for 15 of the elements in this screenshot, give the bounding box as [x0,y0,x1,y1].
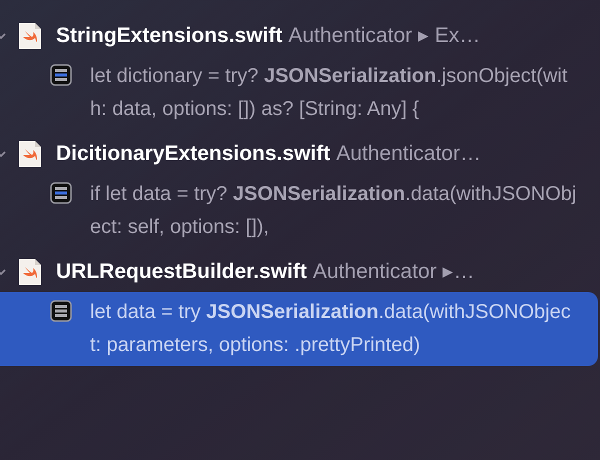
search-result-row[interactable]: let dictionary = try? JSONSerialization.jsonObject(with: data, options: []) as? [String: Any] { [0,56,600,130]
search-result-row[interactable]: let data = try JSONSerialization.data(withJSONObject: parameters, options: .prettyPrinted) [0,292,598,366]
swift-file-icon [18,258,42,286]
file-name: URLRequestBuilder.swift [56,259,307,286]
file-path: Authenticator… [336,141,481,168]
result-text: let data = try JSONSerialization.data(withJSONObject: parameters, options: .prettyPrinted) [90,300,572,358]
file-path: Authenticator ▸ Ex… [288,23,480,50]
swift-file-icon [18,140,42,168]
result-text: if let data = try? JSONSerialization.data(withJSONObject: self, options: []), [90,182,578,240]
file-name: DicitionaryExtensions.swift [56,141,330,168]
file-name: StringExtensions.swift [56,23,282,50]
result-text: let dictionary = try? JSONSerialization.jsonObject(with: data, options: []) as? [String: Any] { [90,64,568,122]
swift-file-icon [18,22,42,50]
search-result-row[interactable]: if let data = try? JSONSerialization.data(withJSONObject: self, options: []), [0,174,600,248]
file-path: Authenticator ▸… [312,259,474,286]
